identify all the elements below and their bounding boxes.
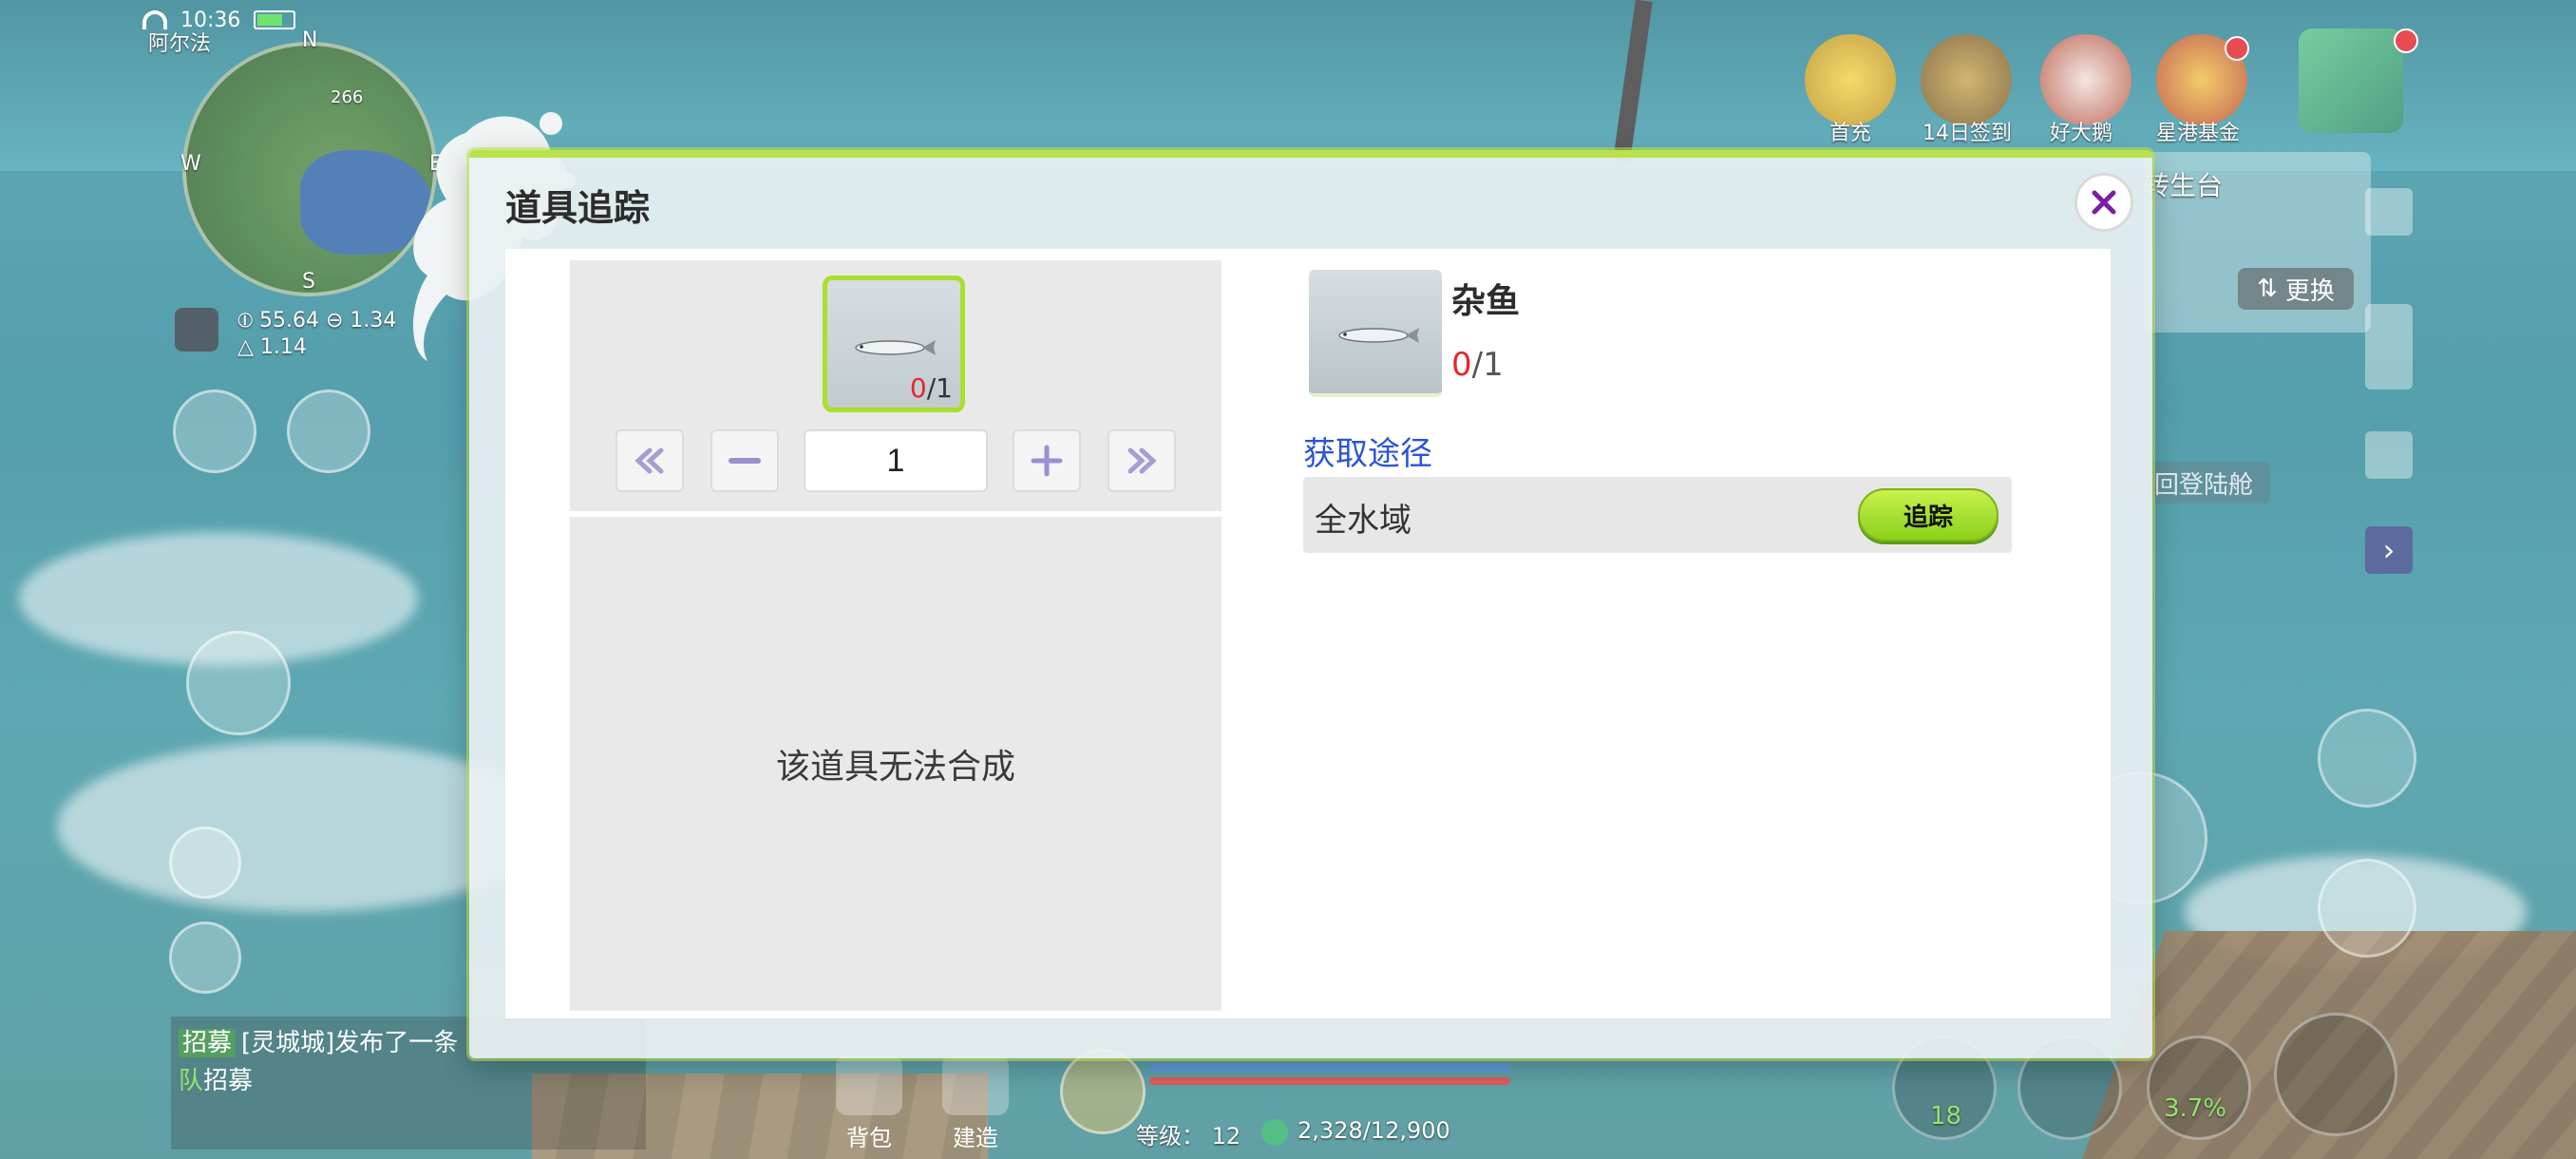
slot-count-have: 0 [909, 372, 927, 404]
acquisition-title: 获取途径 [1303, 435, 1432, 473]
fish-icon [1338, 328, 1419, 343]
double-chevron-left-icon [635, 447, 664, 474]
source-row: 全水域 追踪 [1303, 477, 2012, 553]
craft-panel: 该道具无法合成 [570, 517, 1222, 1011]
close-button[interactable] [2074, 173, 2133, 232]
decrease-button[interactable] [710, 429, 779, 492]
max-quantity-button[interactable] [1108, 429, 1176, 492]
double-chevron-right-icon [1127, 447, 1157, 474]
plus-icon [1031, 445, 1063, 477]
dialog-title: 道具追踪 [505, 187, 651, 229]
close-icon [2092, 190, 2116, 215]
track-button[interactable]: 追踪 [1858, 488, 1998, 542]
item-slot-count: 0/1 [910, 372, 953, 404]
minus-icon [729, 458, 761, 464]
quantity-input[interactable] [804, 429, 988, 492]
slot-count-need: /1 [926, 372, 953, 404]
source-label: 全水域 [1315, 502, 1411, 540]
fish-icon [855, 340, 936, 355]
increase-button[interactable] [1013, 429, 1081, 492]
item-selector: 0/1 [570, 260, 1222, 511]
item-name: 杂鱼 [1451, 282, 1521, 321]
item-tracking-dialog: 道具追踪 0/1 1 该道具无法合成 杂鱼 0/1 获取途径 全水域 追踪 [469, 150, 2152, 1058]
dialog-body: 0/1 1 该道具无法合成 杂鱼 0/1 获取途径 全水域 追踪 [505, 249, 2111, 1018]
min-quantity-button[interactable] [616, 429, 684, 492]
item-count: 0/1 [1451, 346, 1504, 384]
cannot-craft-text: 该道具无法合成 [775, 748, 1015, 787]
item-slot[interactable]: 0/1 [823, 276, 965, 412]
item-thumbnail [1309, 270, 1442, 397]
item-count-need: /1 [1471, 346, 1504, 384]
item-count-have: 0 [1451, 346, 1472, 384]
